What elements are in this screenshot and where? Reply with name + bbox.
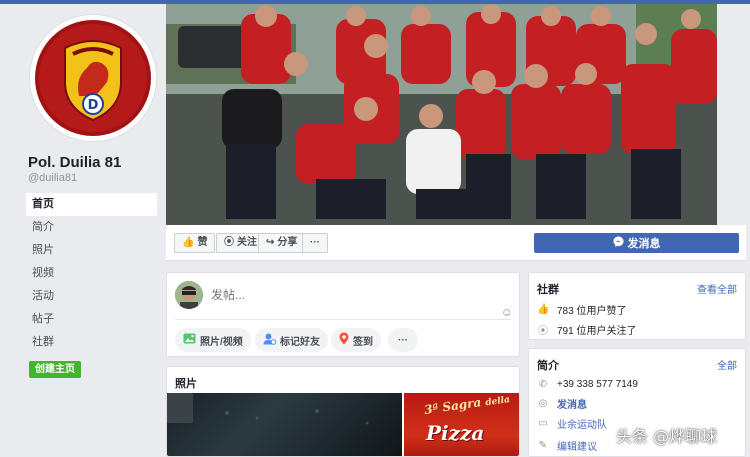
nav-item-posts[interactable]: 帖子 xyxy=(26,308,157,331)
rss-icon: ⦿ xyxy=(224,237,234,248)
poster-line-2: della xyxy=(484,395,511,409)
pizza-festival-poster[interactable]: 3ª Sagra della Pizza xyxy=(404,391,519,456)
profile-picture[interactable]: D xyxy=(29,14,157,142)
messenger-icon xyxy=(612,236,624,250)
club-crest-logo: D xyxy=(35,20,151,136)
left-column: D Pol. Duilia 81 @duilia81 首页 简介 照片 视频 活… xyxy=(0,4,163,457)
photo-video-label: 照片/视频 xyxy=(200,336,243,348)
like-button[interactable]: 👍 赞 xyxy=(174,233,216,253)
follows-count: 791 位用户关注了 xyxy=(557,325,637,337)
thumbs-up-icon: 👍 xyxy=(537,303,550,315)
page-nav: 首页 简介 照片 视频 活动 帖子 社群 xyxy=(26,193,157,354)
photo-icon xyxy=(183,333,196,347)
post-composer: ☺ 照片/视频 标记好友 签到 ··· xyxy=(166,272,520,357)
phone-number[interactable]: +39 338 577 7149 xyxy=(557,379,638,390)
community-see-all-link[interactable]: 查看全部 xyxy=(697,281,737,296)
cover-photo[interactable] xyxy=(166,4,717,225)
pencil-icon: ✎ xyxy=(538,439,548,451)
tag-friends-label: 标记好友 xyxy=(280,336,320,348)
about-see-all-link[interactable]: 全部 xyxy=(717,357,737,372)
category-link[interactable]: 业余运动队 xyxy=(557,416,607,431)
thumbs-up-icon: 👍 xyxy=(182,237,195,248)
messenger-icon: ◎ xyxy=(538,397,548,409)
likes-count: 783 位用户赞了 xyxy=(557,305,627,317)
page-handle[interactable]: @duilia81 xyxy=(28,172,77,184)
source-watermark: 头条 @烨聊球 xyxy=(616,427,718,446)
nav-item-home[interactable]: 首页 xyxy=(26,193,157,216)
compose-post-input[interactable] xyxy=(211,288,491,302)
likes-row: 👍 783 位用户赞了 xyxy=(537,301,626,317)
page-title[interactable]: Pol. Duilia 81 xyxy=(28,154,121,171)
poster-line-1: 3ª Sagra xyxy=(423,395,483,417)
check-in-button[interactable]: 签到 xyxy=(331,328,381,352)
phone-icon: ✆ xyxy=(538,378,548,390)
rss-icon: ⦿ xyxy=(538,325,548,337)
about-heading: 简介 xyxy=(537,360,559,372)
nav-item-about[interactable]: 简介 xyxy=(26,216,157,239)
tag-user-icon xyxy=(263,333,277,348)
nav-item-community[interactable]: 社群 xyxy=(26,331,157,354)
nav-item-events[interactable]: 活动 xyxy=(26,285,157,308)
composer-more-button[interactable]: ··· xyxy=(388,328,418,352)
svg-text:D: D xyxy=(88,98,99,113)
photos-heading[interactable]: 照片 xyxy=(175,375,197,391)
location-pin-icon xyxy=(339,332,349,348)
divider xyxy=(175,319,511,320)
community-heading: 社群 xyxy=(537,284,559,296)
about-message-link[interactable]: 发消息 xyxy=(557,396,587,411)
share-arrow-icon: ↪ xyxy=(266,237,275,248)
share-label: 分享 xyxy=(277,237,298,248)
create-page-button[interactable]: 创建主页 xyxy=(29,361,81,378)
more-options-button[interactable]: ··· xyxy=(302,233,328,253)
send-message-button[interactable]: 发消息 xyxy=(534,233,739,253)
send-message-label: 发消息 xyxy=(627,238,661,250)
category-tag-icon: ▭ xyxy=(538,417,548,429)
nav-item-videos[interactable]: 视频 xyxy=(26,262,157,285)
suggest-edits-link[interactable]: 编辑建议 xyxy=(557,438,597,453)
message-row: ◎ 发消息 xyxy=(537,395,587,411)
like-label: 赞 xyxy=(197,237,208,248)
follow-label: 关注 xyxy=(237,237,257,248)
poster-headline: 3ª Sagra della xyxy=(423,391,511,419)
follows-row: ⦿ 791 位用户关注了 xyxy=(537,321,636,337)
phone-row: ✆ +39 338 577 7149 xyxy=(537,376,638,392)
check-in-label: 签到 xyxy=(353,336,373,348)
photo-video-button[interactable]: 照片/视频 xyxy=(175,328,251,352)
user-avatar xyxy=(175,281,203,309)
photo-thumbnail[interactable] xyxy=(167,393,402,456)
photos-card: 照片 3ª Sagra della Pizza xyxy=(166,366,520,457)
team-photo xyxy=(166,4,717,225)
emoji-icon[interactable]: ☺ xyxy=(501,305,513,319)
share-button[interactable]: ↪ 分享 xyxy=(258,233,306,253)
poster-pizza-word: Pizza xyxy=(426,421,485,445)
tag-friends-button[interactable]: 标记好友 xyxy=(255,328,328,352)
page-action-bar: 👍 赞 ⦿ 关注 ↪ 分享 ··· 发消息 xyxy=(166,225,746,261)
edit-row: ✎ 编辑建议 xyxy=(537,437,597,453)
community-card: 社群 查看全部 👍 783 位用户赞了 ⦿ 791 位用户关注了 xyxy=(528,272,746,340)
category-row: ▭ 业余运动队 xyxy=(537,415,607,431)
nav-item-photos[interactable]: 照片 xyxy=(26,239,157,262)
